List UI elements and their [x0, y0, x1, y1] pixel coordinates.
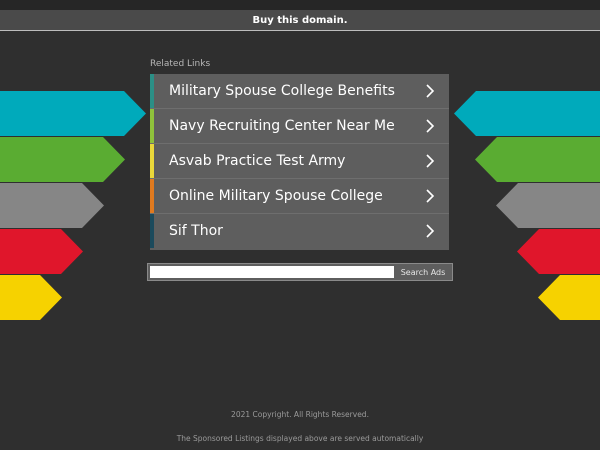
related-link-3[interactable]: Asvab Practice Test Army: [150, 144, 449, 179]
related-links-heading: Related Links: [150, 59, 211, 69]
decor-arrow-left-3: [0, 183, 104, 228]
related-links-list: Military Spouse College Benefits Navy Re…: [150, 74, 449, 250]
link-accent-bar: [150, 214, 154, 248]
decor-arrow-left-1: [0, 91, 146, 136]
link-accent-bar: [150, 179, 154, 213]
link-accent-bar: [150, 74, 154, 108]
chevron-right-icon: [426, 84, 435, 98]
link-accent-bar: [150, 109, 154, 143]
search-ads-form: Search Ads: [147, 263, 453, 281]
related-link-label: Sif Thor: [169, 223, 223, 239]
chevron-right-icon: [426, 154, 435, 168]
decor-arrow-right-1: [454, 91, 600, 136]
related-link-5[interactable]: Sif Thor: [150, 214, 449, 248]
search-ads-button[interactable]: Search Ads: [396, 265, 450, 279]
decor-arrow-left-5: [0, 275, 62, 320]
related-link-label: Asvab Practice Test Army: [169, 153, 346, 169]
decor-arrow-right-5: [538, 275, 600, 320]
link-accent-bar: [150, 144, 154, 178]
related-link-label: Online Military Spouse College: [169, 188, 383, 204]
related-link-2[interactable]: Navy Recruiting Center Near Me: [150, 109, 449, 144]
buy-domain-link[interactable]: Buy this domain.: [0, 10, 600, 31]
parked-domain-page: Buy this domain. Related Links Military …: [0, 0, 600, 450]
copyright-text: 2021 Copyright. All Rights Reserved.: [231, 410, 369, 419]
decor-arrow-right-3: [496, 183, 600, 228]
search-input[interactable]: [150, 266, 394, 278]
top-strip: [0, 0, 600, 10]
decor-arrow-left-4: [0, 229, 83, 274]
decor-arrow-left-2: [0, 137, 125, 182]
related-link-4[interactable]: Online Military Spouse College: [150, 179, 449, 214]
related-link-label: Navy Recruiting Center Near Me: [169, 118, 395, 134]
related-link-label: Military Spouse College Benefits: [169, 83, 395, 99]
chevron-right-icon: [426, 119, 435, 133]
decor-arrow-right-4: [517, 229, 600, 274]
chevron-right-icon: [426, 224, 435, 238]
chevron-right-icon: [426, 189, 435, 203]
decor-arrow-right-2: [475, 137, 600, 182]
disclaimer-text: The Sponsored Listings displayed above a…: [176, 434, 424, 443]
related-link-1[interactable]: Military Spouse College Benefits: [150, 74, 449, 109]
